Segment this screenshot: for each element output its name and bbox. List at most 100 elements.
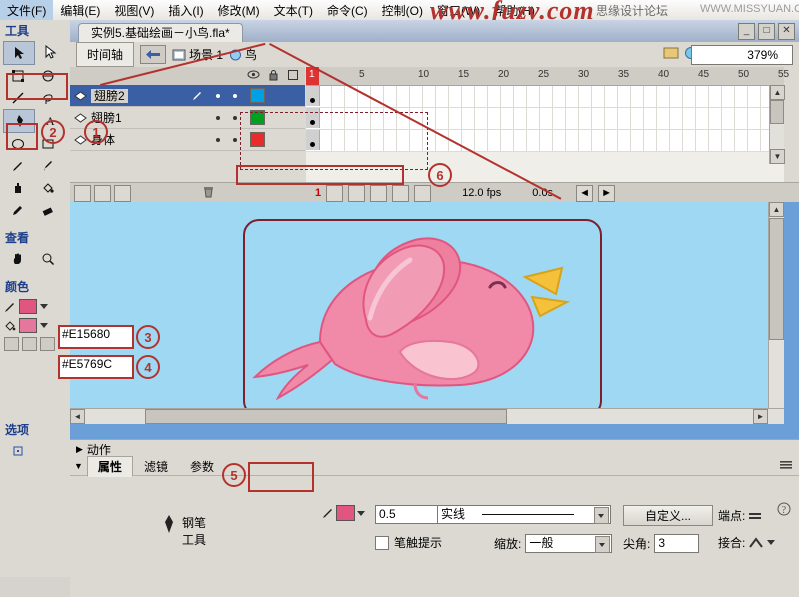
lock-icon[interactable] (268, 69, 279, 81)
custom-stroke-button[interactable]: 自定义... (623, 505, 713, 526)
stroke-style-chevron-down-icon[interactable] (594, 507, 609, 524)
properties-stroke-swatch[interactable] (336, 505, 355, 521)
stage[interactable]: ▲ ▼ ◄ ► (70, 202, 784, 424)
visibility-dot-3[interactable] (216, 137, 220, 142)
swap-colors-button[interactable] (40, 337, 55, 351)
lock-dot-3[interactable] (233, 137, 237, 142)
maximize-button[interactable]: □ (758, 23, 775, 40)
close-button[interactable]: ✕ (778, 23, 795, 40)
zoom-tool[interactable] (33, 248, 63, 270)
modify-onion-markers-button[interactable] (414, 184, 432, 202)
scroll-up-arrow[interactable]: ▲ (770, 85, 785, 100)
onion-skin-outlines-button[interactable] (370, 184, 388, 202)
lock-dot-2[interactable] (233, 115, 237, 120)
brush-tool[interactable] (33, 155, 63, 177)
tab-filters[interactable]: 滤镜 (133, 456, 179, 477)
pencil-edit-icon[interactable] (192, 90, 203, 101)
snap-to-objects-icon[interactable] (3, 440, 33, 462)
selection-tool[interactable] (3, 41, 35, 65)
stroke-color-chevron-down-icon[interactable] (40, 304, 48, 309)
eye-icon[interactable] (247, 69, 260, 80)
scale-dropdown[interactable]: 一般 (525, 534, 613, 553)
scroll-down-arrow[interactable]: ▼ (770, 149, 785, 164)
stroke-color-swatch[interactable] (19, 299, 37, 314)
stroke-color-control[interactable] (322, 505, 365, 521)
visibility-dot-1[interactable] (216, 93, 220, 98)
outline-icon[interactable] (287, 69, 299, 81)
fill-color-swatch[interactable] (19, 318, 37, 333)
layer-row-1[interactable]: 翅膀2 (70, 85, 305, 107)
stroke-swatch-chevron-down-icon[interactable] (357, 510, 365, 516)
join-chevron-down-icon[interactable] (767, 540, 776, 545)
fill-color-chevron-down-icon[interactable] (40, 323, 48, 328)
scale-control[interactable]: 缩放: 一般 (494, 534, 613, 553)
panel-menu-icon[interactable] (779, 459, 793, 471)
stroke-color-row[interactable] (0, 297, 70, 316)
menu-item-command[interactable]: 命令(C) (320, 0, 375, 21)
delete-layer-button[interactable] (202, 185, 215, 201)
tab-parameters[interactable]: 参数 (179, 456, 225, 477)
stage-vscroll-thumb[interactable] (769, 218, 784, 340)
minimize-button[interactable]: _ (738, 23, 755, 40)
stage-scroll-up-arrow[interactable]: ▲ (769, 202, 784, 217)
insert-layer-folder-button[interactable] (114, 184, 131, 202)
zoom-value[interactable]: 379% (691, 45, 793, 65)
no-color-button[interactable] (22, 337, 37, 351)
ink-bottle-tool[interactable] (3, 177, 33, 199)
scroll-right-button[interactable]: ► (598, 184, 616, 202)
visibility-dot-2[interactable] (216, 115, 220, 120)
center-frame-button[interactable] (326, 184, 344, 202)
insert-layer-button[interactable] (74, 184, 91, 202)
stage-hscroll-thumb[interactable] (145, 409, 507, 424)
document-tab[interactable]: 实例5.基础绘画－小鸟.fla* (78, 22, 243, 43)
stroke-width-input[interactable]: 0.5 (375, 505, 440, 524)
subselection-tool[interactable] (35, 41, 65, 63)
eraser-tool[interactable] (33, 199, 63, 221)
tab-properties[interactable]: 属性 (86, 455, 133, 477)
edit-scene-icon[interactable] (663, 46, 679, 60)
timeline-tab[interactable]: 时间轴 (76, 42, 135, 67)
pencil-tool[interactable] (3, 155, 33, 177)
add-motion-guide-button[interactable] (94, 184, 111, 202)
paint-bucket-tool[interactable] (33, 177, 63, 199)
black-and-white-button[interactable] (4, 337, 19, 351)
frame-row-1[interactable] (306, 86, 784, 108)
stroke-hinting-checkbox[interactable] (375, 535, 389, 550)
actions-expand-triangle-icon[interactable]: ▶ (76, 444, 83, 455)
menu-item-modify[interactable]: 修改(M) (211, 0, 267, 21)
onion-skin-button[interactable] (348, 184, 366, 202)
menu-item-file[interactable]: 文件(F) (0, 0, 54, 21)
hand-tool[interactable] (3, 248, 33, 270)
scroll-left-button[interactable]: ◄ (576, 184, 594, 202)
back-arrow-icon[interactable] (140, 45, 167, 64)
frames-scroll-thumb[interactable] (770, 100, 784, 124)
miter-input[interactable]: 3 (654, 534, 700, 553)
edit-multiple-frames-button[interactable] (392, 184, 410, 202)
frames-vertical-scrollbar[interactable]: ▲ ▼ (769, 85, 785, 164)
scale-chevron-down-icon[interactable] (595, 536, 611, 553)
help-icon[interactable]: ? (777, 502, 791, 519)
eyedropper-tool[interactable] (3, 199, 33, 221)
stroke-style-dropdown[interactable]: 实线 (437, 505, 611, 524)
stage-scroll-left-arrow[interactable]: ◄ (70, 409, 85, 424)
menu-item-insert[interactable]: 插入(I) (161, 0, 210, 21)
stage-vertical-scrollbar[interactable]: ▲ ▼ (768, 202, 784, 424)
outline-color-1[interactable] (250, 88, 265, 103)
layer-name-1[interactable]: 翅膀2 (91, 87, 186, 104)
fps-value[interactable]: 12.0 fps (462, 187, 501, 199)
cap-icon[interactable] (748, 510, 764, 522)
join-control[interactable]: 接合: (718, 534, 776, 551)
cap-control[interactable]: 端点: (718, 507, 764, 524)
stage-area[interactable]: ▲ ▼ ◄ ► (70, 202, 799, 439)
miter-control[interactable]: 尖角: 3 (623, 534, 700, 553)
lock-dot-1[interactable] (233, 93, 237, 98)
stage-scroll-right-arrow[interactable]: ► (753, 409, 768, 424)
stroke-hinting-control[interactable]: 笔触提示 (375, 534, 442, 551)
frame-ruler[interactable]: 1 5 10 15 20 25 30 35 40 45 50 55 60 65 (306, 67, 789, 86)
join-icon[interactable] (748, 536, 764, 549)
properties-collapse-triangle-icon[interactable]: ▼ (70, 461, 87, 471)
menu-item-view[interactable]: 视图(V) (107, 0, 161, 21)
menu-item-text[interactable]: 文本(T) (267, 0, 320, 21)
menu-item-control[interactable]: 控制(O) (375, 0, 430, 21)
stage-horizontal-scrollbar[interactable]: ◄ ► (70, 408, 784, 424)
